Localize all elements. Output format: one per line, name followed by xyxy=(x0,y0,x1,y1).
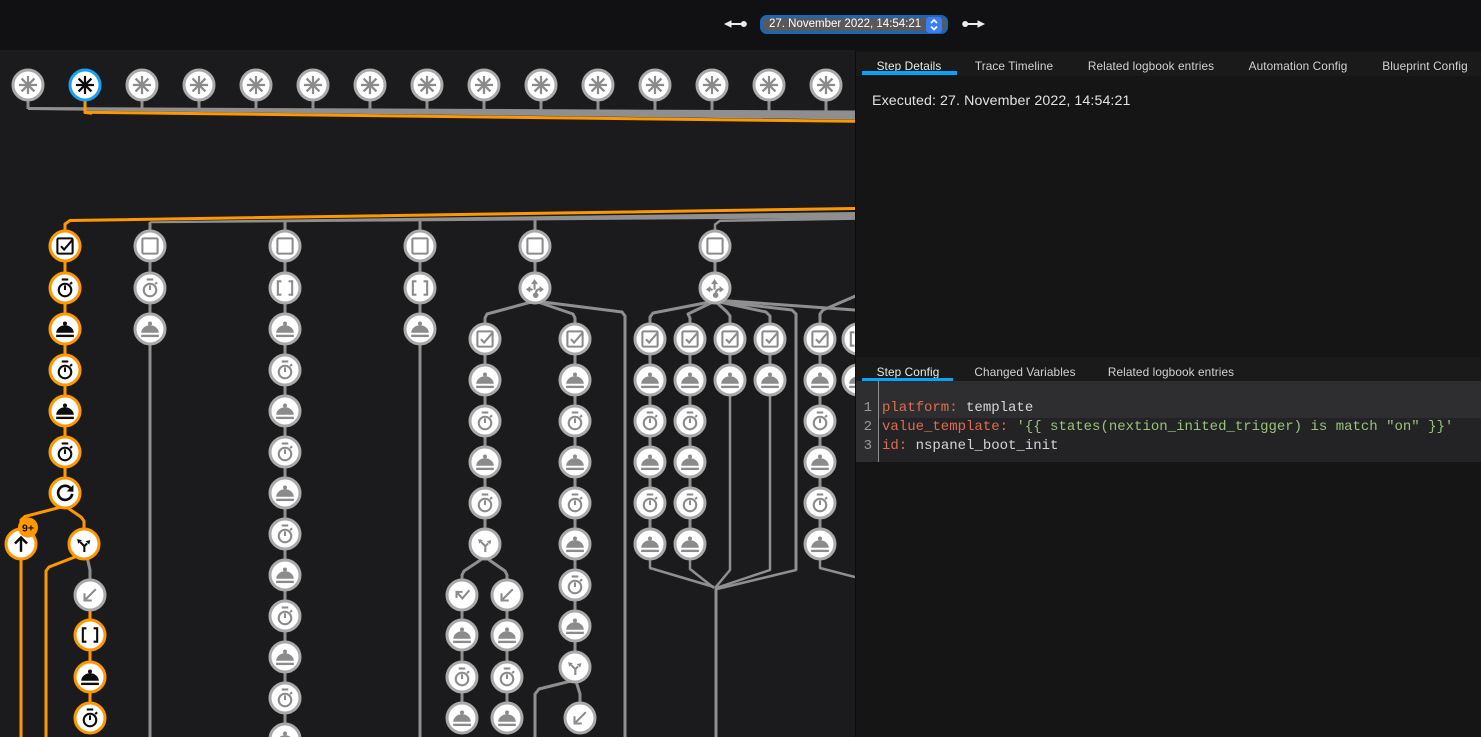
svg-text:9+: 9+ xyxy=(22,523,34,535)
